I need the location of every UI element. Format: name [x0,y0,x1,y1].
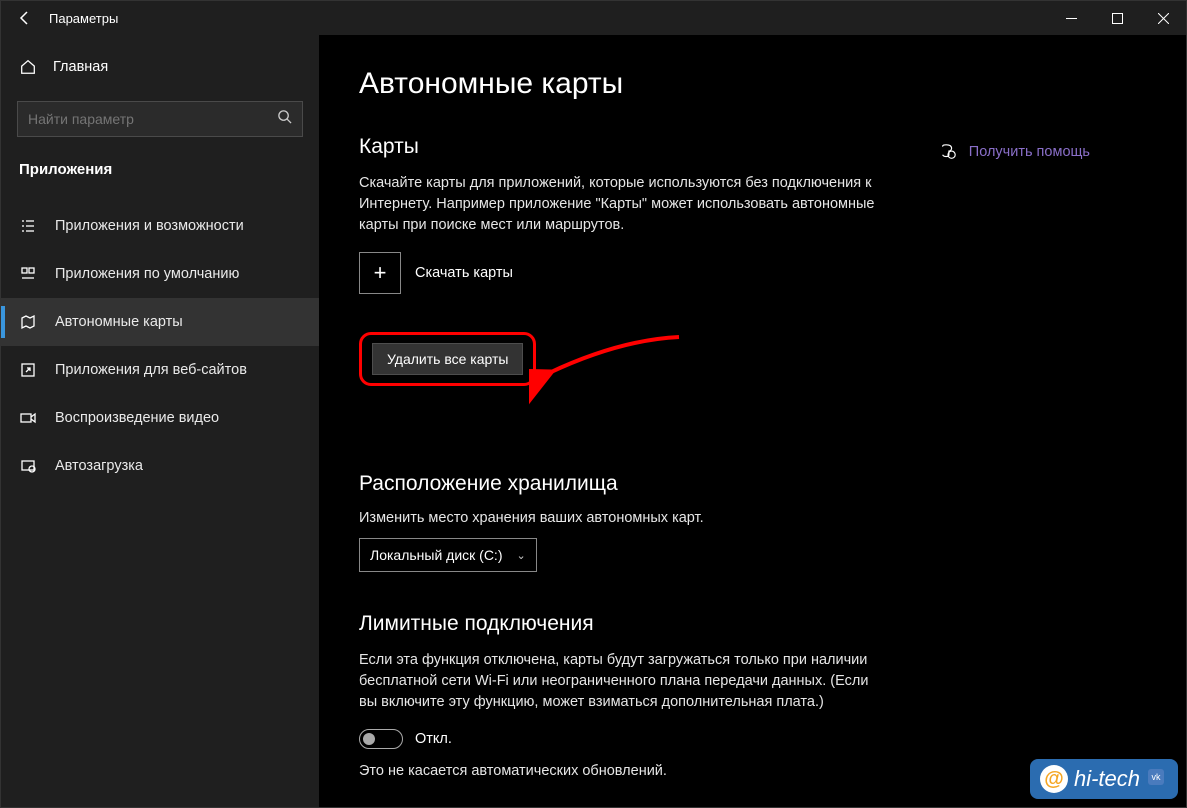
arrow-left-icon [17,10,33,26]
defaults-icon [19,266,37,282]
download-label: Скачать карты [415,265,513,281]
page-title: Автономные карты [359,67,1146,101]
video-icon [19,410,37,426]
sidebar-item-web-apps[interactable]: Приложения для веб-сайтов [1,346,319,394]
sidebar-item-label: Автономные карты [55,314,183,330]
storage-selected: Локальный диск (C:) [370,547,503,563]
delete-all-maps-button[interactable]: Удалить все карты [372,343,523,375]
storage-drive-select[interactable]: Локальный диск (C:) ⌄ [359,538,537,572]
plus-icon: + [359,252,401,294]
sidebar-item-label: Приложения и возможности [55,218,244,234]
search-icon [277,109,292,129]
sidebar-item-startup[interactable]: Автозагрузка [1,442,319,490]
help-icon [939,143,957,161]
watermark-text: hi-tech [1074,766,1140,792]
sidebar-item-video-playback[interactable]: Воспроизведение видео [1,394,319,442]
startup-icon [19,458,37,474]
window-title: Параметры [49,11,118,26]
titlebar: Параметры [1,1,1186,35]
help-label: Получить помощь [969,144,1090,160]
storage-desc: Изменить место хранения ваших автономных… [359,510,1146,526]
chevron-down-icon: ⌄ [517,549,526,562]
watermark: @ hi-tech vk [1030,759,1178,799]
search-input[interactable] [28,111,277,127]
map-icon [19,314,37,330]
vk-icon: vk [1148,769,1164,785]
download-maps-button[interactable]: + Скачать карты [359,252,1146,294]
home-icon [19,58,37,76]
storage-heading: Расположение хранилища [359,472,1146,496]
home-link[interactable]: Главная [1,43,319,91]
sidebar-item-label: Воспроизведение видео [55,410,219,426]
content-area: Автономные карты Получить помощь Карты С… [319,35,1186,807]
sidebar-category: Приложения [1,143,319,184]
metered-toggle-label: Откл. [415,731,452,747]
metered-toggle[interactable] [359,729,403,749]
sidebar-item-label: Автозагрузка [55,458,143,474]
sidebar-item-apps-features[interactable]: Приложения и возможности [1,202,319,250]
list-icon [19,218,37,234]
search-box[interactable] [17,101,303,137]
metered-heading: Лимитные подключения [359,612,1146,636]
back-button[interactable] [1,1,49,35]
maps-desc: Скачайте карты для приложений, которые и… [359,173,879,236]
home-label: Главная [53,59,108,75]
help-link[interactable]: Получить помощь [939,143,1090,161]
sidebar-item-default-apps[interactable]: Приложения по умолчанию [1,250,319,298]
maximize-button[interactable] [1094,1,1140,35]
metered-note: Это не касается автоматических обновлени… [359,763,1146,779]
metered-desc: Если эта функция отключена, карты будут … [359,650,879,713]
annotation-highlight: Удалить все карты [359,332,536,386]
sidebar-item-offline-maps[interactable]: Автономные карты [1,298,319,346]
close-button[interactable] [1140,1,1186,35]
share-icon [19,362,37,378]
sidebar-item-label: Приложения по умолчанию [55,266,239,282]
sidebar: Главная Приложения Приложения и возможно… [1,35,319,807]
sidebar-item-label: Приложения для веб-сайтов [55,362,247,378]
watermark-at-icon: @ [1040,765,1068,793]
minimize-button[interactable] [1048,1,1094,35]
